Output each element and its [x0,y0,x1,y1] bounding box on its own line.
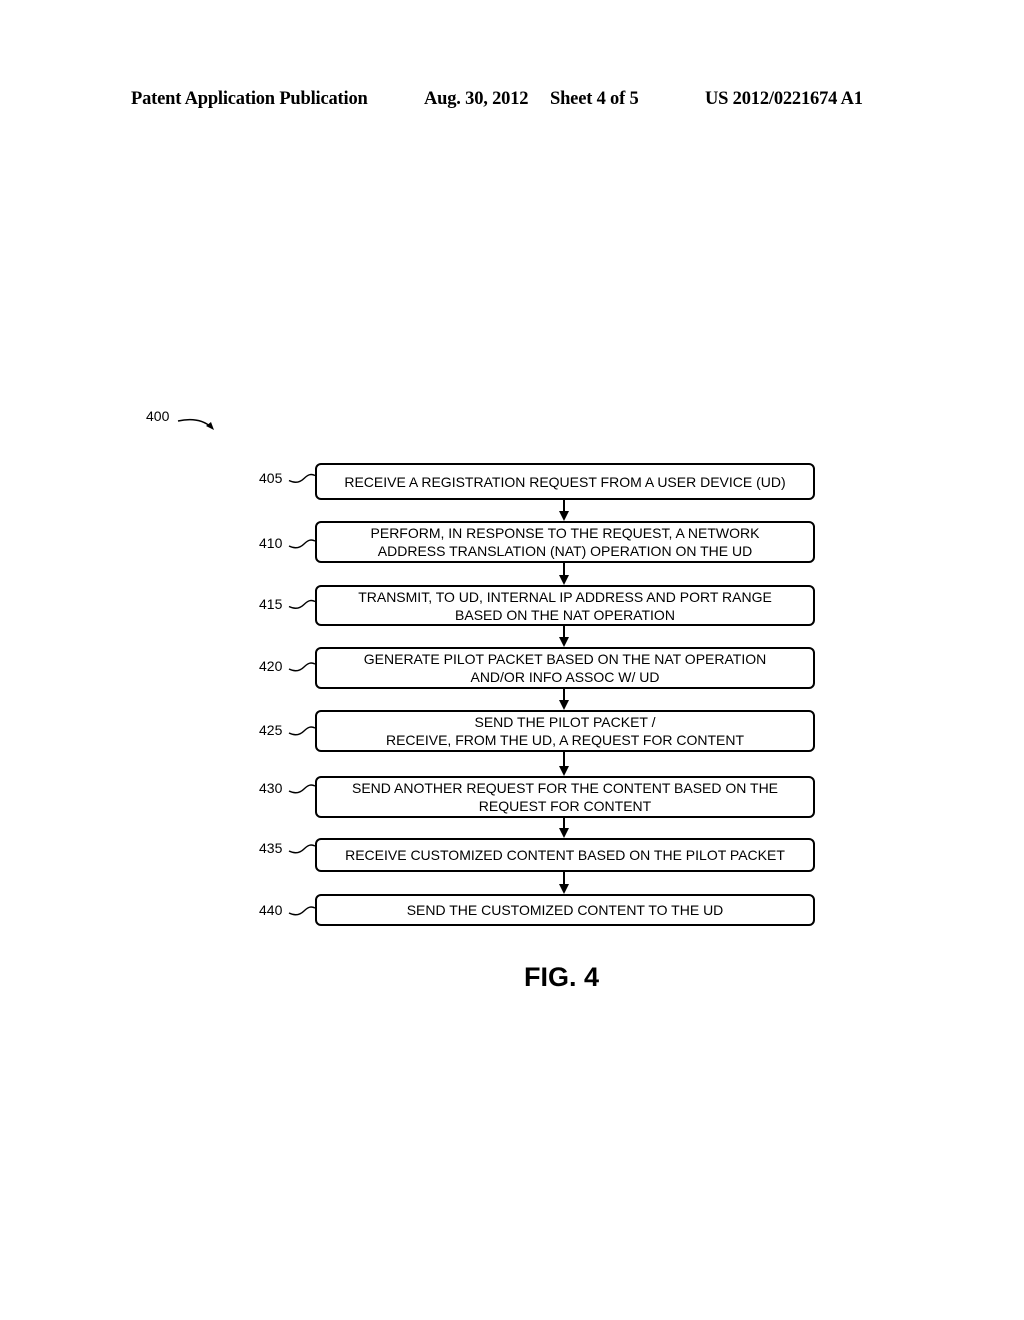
leader-line-icon [288,784,316,794]
flow-step-410: PERFORM, IN RESPONSE TO THE REQUEST, A N… [315,521,815,563]
arrow-down-icon [559,575,569,585]
flow-step-line: REQUEST FOR CONTENT [478,798,652,814]
arrow-down-icon [559,511,569,521]
step-reference-label: 425 [259,722,283,738]
arrow-down-icon [559,828,569,838]
leader-line-icon [288,539,316,549]
step-reference-label: 405 [259,469,283,486]
flow-step-text: SEND ANOTHER REQUEST FOR THE CONTENT BAS… [352,779,778,815]
step-reference-label: 440 [259,902,283,918]
flow-step-line: GENERATE PILOT PACKET BASED ON THE NAT O… [363,651,767,667]
leader-line-icon [288,726,316,736]
flow-step-line: RECEIVE CUSTOMIZED CONTENT BASED ON THE … [345,847,785,863]
flow-step-430: SEND ANOTHER REQUEST FOR THE CONTENT BAS… [315,776,815,818]
leader-line-icon [288,906,316,916]
flow-step-text: SEND THE PILOT PACKET / RECEIVE, FROM THE… [386,713,744,749]
flow-step-line: AND/OR INFO ASSOC W/ UD [470,669,660,685]
flow-step-line: SEND ANOTHER REQUEST FOR THE CONTENT BAS… [351,780,779,796]
flow-step-420: GENERATE PILOT PACKET BASED ON THE NAT O… [315,647,815,689]
flow-step-text: TRANSMIT, TO UD, INTERNAL IP ADDRESS AND… [358,588,772,624]
flow-step-text: GENERATE PILOT PACKET BASED ON THE NAT O… [364,650,766,686]
flow-step-425: SEND THE PILOT PACKET / RECEIVE, FROM THE… [315,710,815,752]
step-reference-label: 430 [259,780,283,796]
leader-line-icon [288,662,316,672]
leader-line-icon [288,473,316,483]
flow-step-405: RECEIVE A REGISTRATION REQUEST FROM A US… [315,463,815,500]
arrow-down-icon [559,700,569,710]
flow-step-line: ADDRESS TRANSLATION (NAT) OPERATION ON T… [377,543,753,559]
flow-step-line: SEND THE PILOT PACKET / [474,714,656,730]
flow-step-line: SEND THE CUSTOMIZED CONTENT TO THE UD [406,902,724,918]
figure-pointer-arrowhead-icon [206,422,214,430]
flow-step-440: SEND THE CUSTOMIZED CONTENT TO THE UD [315,894,815,926]
arrow-down-icon [559,766,569,776]
leader-line-icon [288,844,316,854]
figure-pointer-arrow-icon [177,418,212,428]
flow-step-line: RECEIVE, FROM THE UD, A REQUEST FOR CONT… [385,732,745,748]
flow-step-line: BASED ON THE NAT OPERATION [455,606,675,623]
step-reference-label: 410 [259,535,283,551]
leader-line-icon [288,599,316,609]
step-reference-label: 415 [259,595,283,612]
flow-step-text: SEND THE CUSTOMIZED CONTENT TO THE UD [407,901,724,919]
flow-step-line: RECEIVE A REGISTRATION REQUEST FROM A US… [344,473,786,490]
flow-step-line: TRANSMIT, TO UD, INTERNAL IP ADDRESS AND… [358,588,772,605]
arrow-down-icon [559,884,569,894]
flow-step-line: PERFORM, IN RESPONSE TO THE REQUEST, A N… [370,525,760,541]
arrow-down-icon [559,637,569,647]
flow-step-text: RECEIVE A REGISTRATION REQUEST FROM A US… [344,473,785,491]
step-reference-label: 420 [259,658,283,674]
flow-step-435: RECEIVE CUSTOMIZED CONTENT BASED ON THE … [315,838,815,872]
step-reference-label: 435 [259,840,283,856]
figure-caption: FIG. 4 [524,962,600,992]
flow-step-text: PERFORM, IN RESPONSE TO THE REQUEST, A N… [371,524,760,560]
flow-step-text: RECEIVE CUSTOMIZED CONTENT BASED ON THE … [345,846,785,864]
flow-step-415: TRANSMIT, TO UD, INTERNAL IP ADDRESS AND… [315,585,815,626]
